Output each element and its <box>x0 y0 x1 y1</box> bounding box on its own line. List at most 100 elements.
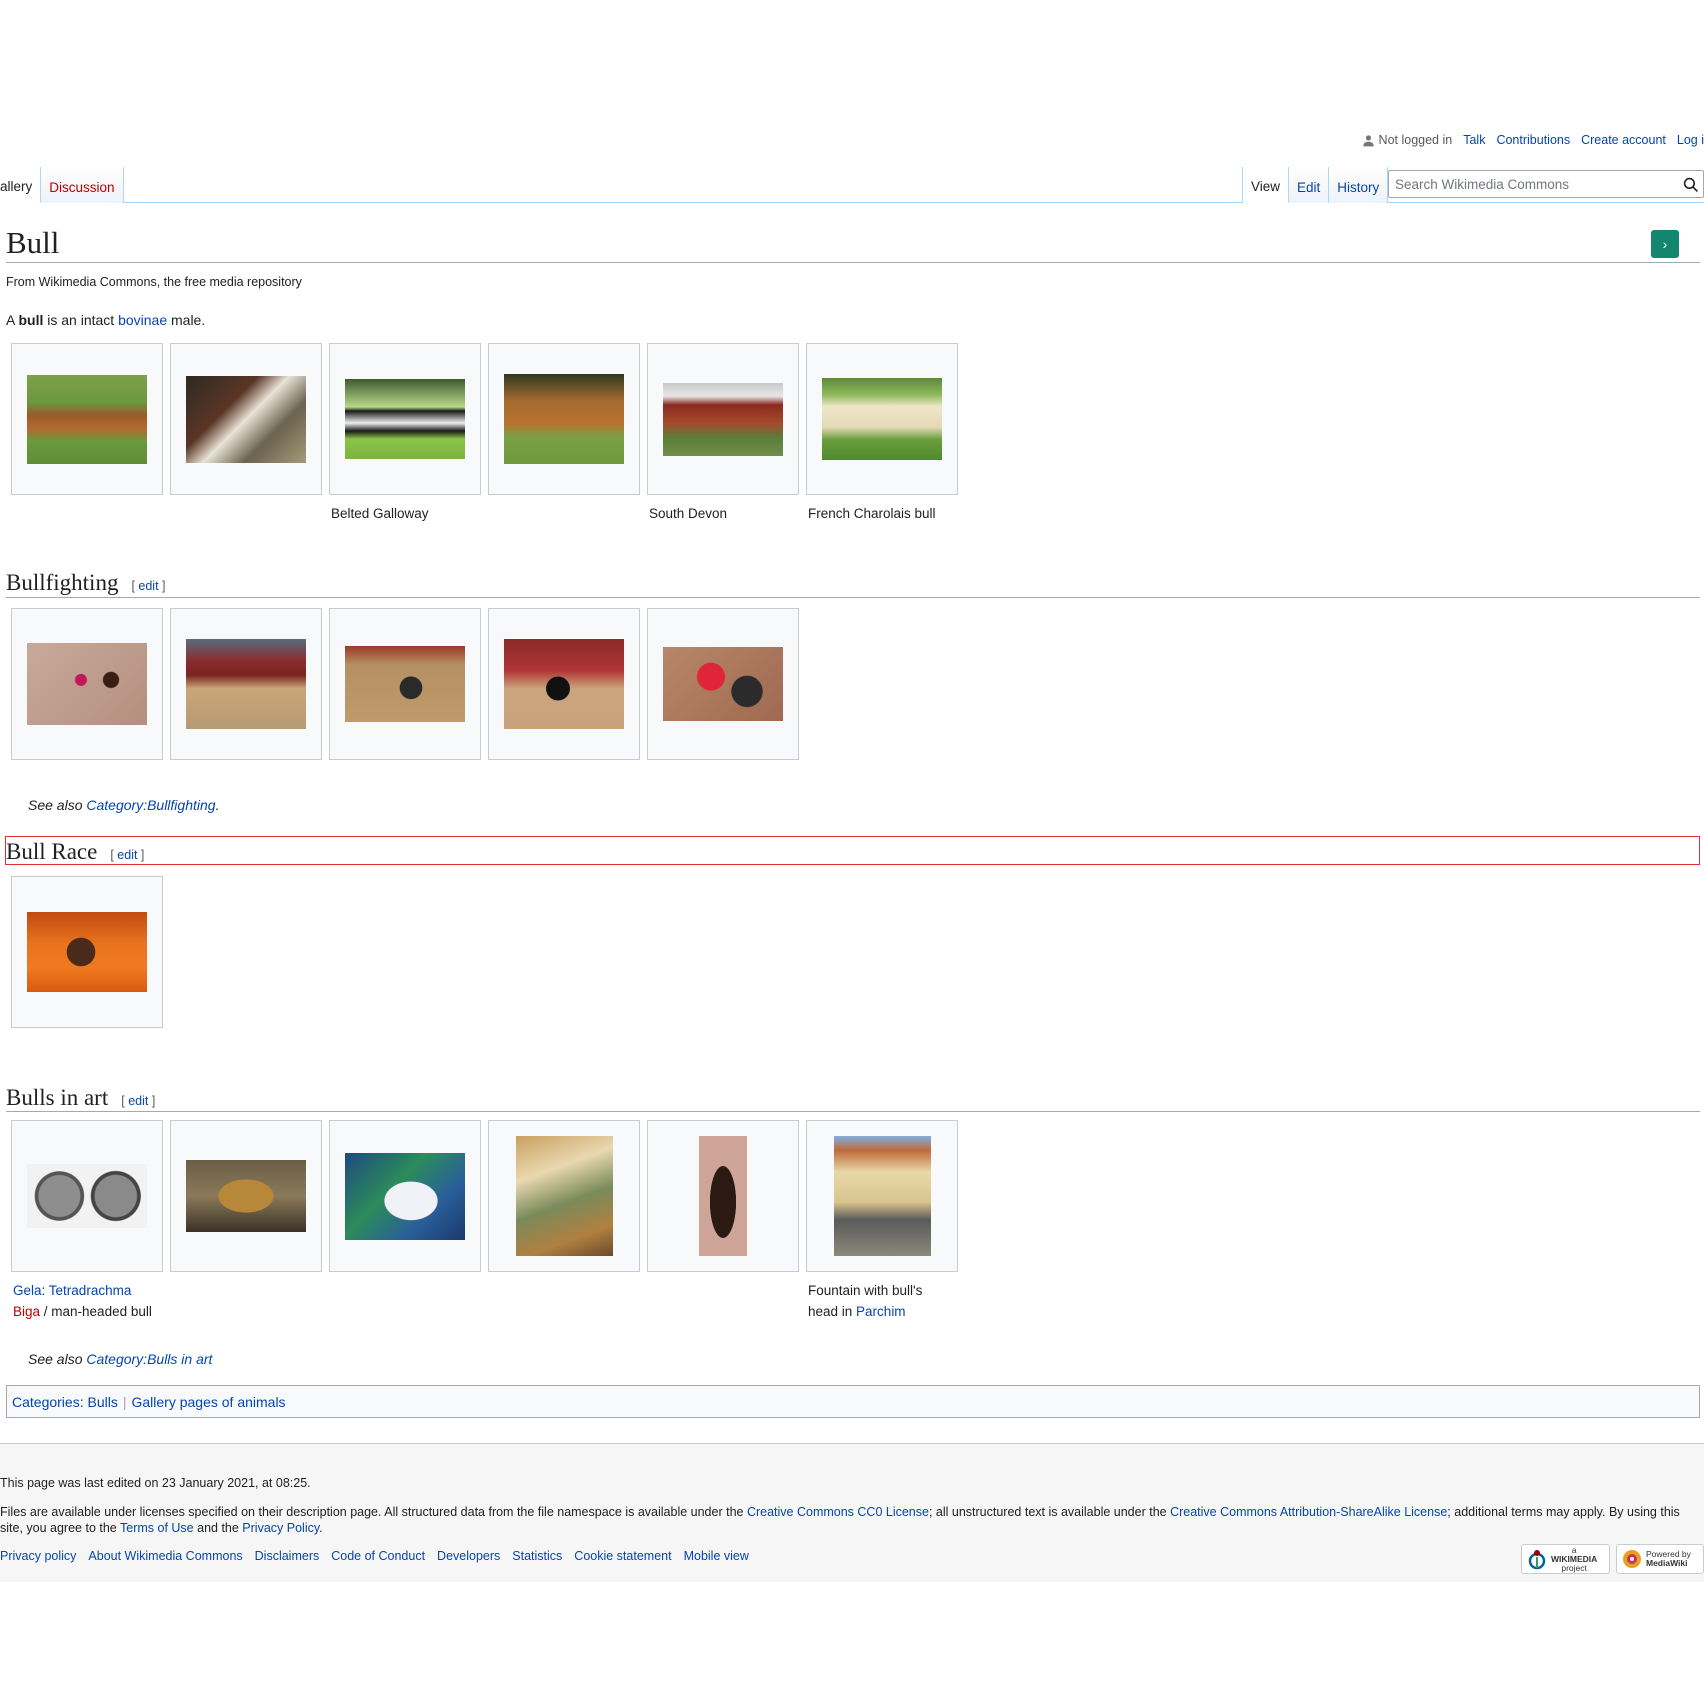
code-of-conduct-link[interactable]: Code of Conduct <box>331 1549 425 1563</box>
bullfight-photo[interactable] <box>663 647 783 721</box>
talk-link[interactable]: Talk <box>1463 133 1485 147</box>
bovinae-link[interactable]: bovinae <box>118 312 167 328</box>
gallery-item <box>488 608 640 760</box>
license-text: Files are available under licenses speci… <box>0 1505 1680 1535</box>
powered-by-mediawiki-badge[interactable]: Powered by MediaWiki <box>1616 1544 1704 1574</box>
tab-view[interactable]: View <box>1243 167 1290 203</box>
wikimedia-project-badge[interactable]: a WIKIMEDIA project <box>1521 1544 1610 1574</box>
gela-link[interactable]: Gela <box>13 1283 42 1298</box>
bullfight-photo[interactable] <box>186 639 306 729</box>
privacy-policy-link[interactable]: Privacy policy <box>0 1549 76 1563</box>
edit-section-link[interactable]: [ edit ] <box>131 579 165 593</box>
thumb-frame[interactable] <box>329 608 481 760</box>
thumb-frame[interactable] <box>647 608 799 760</box>
section-title: Bulls in art <box>6 1085 109 1110</box>
thumb-frame[interactable] <box>170 343 322 495</box>
gallery-item: Belted Galloway <box>329 343 481 524</box>
personal-tools: Not logged in Talk Contributions Create … <box>1362 133 1704 147</box>
thumb-frame[interactable] <box>806 343 958 495</box>
tab-history[interactable]: History <box>1329 167 1389 203</box>
bull-photo[interactable] <box>186 375 306 463</box>
thumb-frame[interactable] <box>11 1120 163 1272</box>
thumb-frame[interactable] <box>488 343 640 495</box>
bullfight-photo[interactable] <box>27 643 147 725</box>
coin-photo[interactable] <box>27 1164 147 1228</box>
footer: This page was last edited on 23 January … <box>0 1443 1704 1582</box>
log-in-link[interactable]: Log i <box>1677 133 1704 147</box>
mediawiki-logo-icon <box>1623 1550 1641 1568</box>
category-gallery-animals-link[interactable]: Gallery pages of animals <box>131 1394 285 1410</box>
lekythos-vase-photo[interactable] <box>699 1136 747 1256</box>
thumb-frame[interactable] <box>806 1120 958 1272</box>
belted-galloway-photo[interactable] <box>345 379 465 459</box>
category-bulls-link[interactable]: Bulls <box>87 1394 117 1410</box>
gallery-caption: Belted Galloway <box>331 506 429 521</box>
gallery-item <box>647 608 799 760</box>
bull-gallery: Belted Galloway South Devon French Charo… <box>11 343 958 524</box>
bull-painting[interactable] <box>186 1160 306 1232</box>
gallery-caption <box>488 1272 640 1280</box>
charolais-photo[interactable] <box>822 378 942 460</box>
developers-link[interactable]: Developers <box>437 1549 500 1563</box>
cookie-statement-link[interactable]: Cookie statement <box>574 1549 671 1563</box>
privacy-policy-inline-link[interactable]: Privacy Policy <box>242 1521 319 1535</box>
create-account-link[interactable]: Create account <box>1581 133 1666 147</box>
section-divider <box>6 1111 1700 1112</box>
bull-photo[interactable] <box>27 374 147 464</box>
contributions-link[interactable]: Contributions <box>1496 133 1570 147</box>
bull-race-photo[interactable] <box>27 912 147 992</box>
section-title: Bullfighting <box>6 570 119 595</box>
biga-link[interactable]: Biga <box>13 1304 40 1319</box>
thumb-frame[interactable] <box>329 343 481 495</box>
title-divider <box>6 262 1700 263</box>
europa-painting[interactable] <box>515 1136 613 1256</box>
categories-label-link[interactable]: Categories <box>12 1394 80 1410</box>
tab-discussion[interactable]: Discussion <box>41 167 124 203</box>
mobile-view-link[interactable]: Mobile view <box>684 1549 749 1563</box>
gallery-caption: Gela: Tetradrachma Biga / man-headed bul… <box>13 1283 152 1319</box>
tab-gallery[interactable]: allery <box>0 167 42 203</box>
parchim-link[interactable]: Parchim <box>856 1304 906 1319</box>
cc-by-sa-link[interactable]: Creative Commons Attribution-ShareAlike … <box>1170 1505 1447 1519</box>
terms-of-use-link[interactable]: Terms of Use <box>120 1521 194 1535</box>
thumb-frame[interactable] <box>488 1120 640 1272</box>
next-arrow-button[interactable]: › <box>1651 230 1679 258</box>
search-icon[interactable] <box>1683 177 1699 193</box>
view-tabs: View Edit History <box>1242 167 1389 203</box>
user-status: Not logged in <box>1362 133 1453 147</box>
gallery-caption <box>11 495 163 503</box>
gallery-caption <box>647 1272 799 1280</box>
gallery-item <box>170 608 322 760</box>
cc0-link[interactable]: Creative Commons CC0 License <box>747 1505 929 1519</box>
not-logged-in-label: Not logged in <box>1378 133 1453 147</box>
search-box <box>1388 170 1704 198</box>
tab-edit[interactable]: Edit <box>1289 167 1330 203</box>
bullfight-photo[interactable] <box>345 646 465 722</box>
gallery-item <box>329 1120 481 1322</box>
thumb-frame[interactable] <box>170 608 322 760</box>
category-bulls-in-art-link[interactable]: Category:Bulls in art <box>86 1351 212 1367</box>
about-link[interactable]: About Wikimedia Commons <box>88 1549 242 1563</box>
fountain-photo[interactable] <box>833 1136 931 1256</box>
disclaimers-link[interactable]: Disclaimers <box>255 1549 320 1563</box>
thumb-frame[interactable] <box>11 608 163 760</box>
thumb-frame[interactable] <box>11 876 163 1028</box>
bull-photo[interactable] <box>504 374 624 464</box>
thumb-frame[interactable] <box>329 1120 481 1272</box>
thumb-frame[interactable] <box>488 608 640 760</box>
bullfight-photo[interactable] <box>504 639 624 729</box>
edit-section-link[interactable]: [ edit ] <box>121 1094 155 1108</box>
thumb-frame[interactable] <box>647 1120 799 1272</box>
gallery-item: French Charolais bull <box>806 343 958 524</box>
section-divider <box>6 597 1700 598</box>
search-input[interactable] <box>1389 175 1677 193</box>
tetradrachma-link[interactable]: Tetradrachma <box>49 1283 132 1298</box>
south-devon-photo[interactable] <box>663 382 783 456</box>
thumb-frame[interactable] <box>647 343 799 495</box>
thumb-frame[interactable] <box>170 1120 322 1272</box>
statistics-link[interactable]: Statistics <box>512 1549 562 1563</box>
white-bull-painting[interactable] <box>345 1152 465 1240</box>
thumb-frame[interactable] <box>11 343 163 495</box>
category-bullfighting-link[interactable]: Category:Bullfighting <box>86 797 215 813</box>
section-heading-bullfighting: Bullfighting [ edit ] <box>6 570 166 596</box>
